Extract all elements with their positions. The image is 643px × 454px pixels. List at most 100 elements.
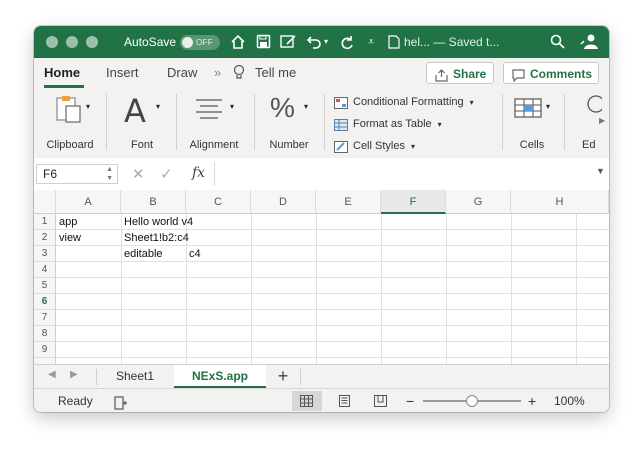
tab-insert[interactable]: Insert bbox=[106, 58, 139, 88]
row-header[interactable]: 5 bbox=[34, 278, 56, 294]
page-break-view-button[interactable] bbox=[366, 391, 396, 411]
cells-icon bbox=[514, 96, 542, 123]
expand-formula-icon[interactable]: ▼ bbox=[596, 166, 605, 176]
row-header[interactable]: 1 bbox=[34, 214, 56, 230]
grid-line bbox=[56, 325, 609, 326]
column-header-a[interactable]: A bbox=[56, 190, 121, 214]
ribbon-divider bbox=[254, 94, 255, 150]
normal-view-button[interactable] bbox=[292, 391, 322, 411]
undo-dropdown-icon[interactable]: ▾ bbox=[324, 26, 328, 58]
ribbon-divider bbox=[106, 94, 107, 150]
toggle-knob bbox=[182, 37, 193, 48]
redo-icon[interactable] bbox=[340, 34, 356, 50]
minimize-window-button[interactable] bbox=[66, 36, 78, 48]
cells-group[interactable]: ▾ Cells bbox=[508, 88, 556, 158]
insert-function-icon[interactable]: fx bbox=[192, 165, 205, 181]
scroll-left-icon[interactable]: ◀ bbox=[48, 369, 56, 380]
alignment-dropdown-icon[interactable]: ▾ bbox=[230, 102, 234, 111]
conditional-formatting-button[interactable]: Conditional Formatting ▾ bbox=[334, 92, 474, 112]
row-header[interactable]: 9 bbox=[34, 342, 56, 358]
excel-window: AutoSave OFF ▾ ⩡ hel... — Saved t... Hom… bbox=[34, 26, 609, 412]
ribbon-scroll-right-icon[interactable]: ▶ bbox=[599, 116, 605, 125]
undo-icon[interactable] bbox=[306, 34, 322, 50]
alignment-group[interactable]: ▾ Alignment bbox=[182, 88, 246, 158]
name-box-stepper-icon[interactable]: ▲ ▼ bbox=[106, 165, 113, 183]
zoom-window-button[interactable] bbox=[86, 36, 98, 48]
home-icon[interactable] bbox=[230, 34, 246, 50]
ribbon-home: ▾ Clipboard A ▾ Font ▾ Alignment % ▾ Num… bbox=[34, 88, 609, 159]
number-dropdown-icon[interactable]: ▾ bbox=[304, 102, 308, 111]
more-tabs-chevron-icon[interactable]: » bbox=[214, 58, 221, 88]
column-header-c[interactable]: C bbox=[186, 190, 251, 214]
row-header[interactable]: 8 bbox=[34, 326, 56, 342]
worksheet-grid[interactable]: A B C D E F G H 1 2 3 4 5 6 7 8 9 app He… bbox=[34, 190, 609, 370]
comment-icon bbox=[512, 67, 525, 89]
sheet-tab-sheet1[interactable]: Sheet1 bbox=[98, 365, 172, 388]
formula-bar: F6 ▲ ▼ ✕ ✓ fx ▼ bbox=[34, 158, 609, 191]
edit-icon[interactable] bbox=[280, 34, 297, 50]
save-icon[interactable] bbox=[256, 34, 271, 50]
row-header[interactable]: 3 bbox=[34, 246, 56, 262]
close-window-button[interactable] bbox=[46, 36, 58, 48]
autosave-toggle[interactable]: OFF bbox=[180, 35, 220, 50]
cell-b1[interactable]: Hello world v4 bbox=[121, 214, 193, 230]
chevron-down-icon: ▾ bbox=[469, 98, 474, 107]
scroll-right-icon[interactable]: ▶ bbox=[70, 369, 78, 380]
cells-dropdown-icon[interactable]: ▾ bbox=[546, 102, 550, 111]
cell-a1[interactable]: app bbox=[56, 214, 77, 230]
search-icon[interactable] bbox=[550, 34, 565, 50]
column-header-h[interactable]: H bbox=[511, 190, 609, 214]
font-dropdown-icon[interactable]: ▾ bbox=[156, 102, 160, 111]
clipboard-dropdown-icon[interactable]: ▾ bbox=[86, 102, 90, 111]
zoom-out-button[interactable]: − bbox=[406, 389, 414, 412]
comments-button[interactable]: Comments bbox=[503, 62, 599, 84]
zoom-slider-thumb[interactable] bbox=[466, 395, 478, 407]
cell-c3[interactable]: c4 bbox=[186, 246, 201, 262]
account-icon[interactable] bbox=[580, 32, 600, 52]
cell-a2[interactable]: view bbox=[56, 230, 81, 246]
tab-divider bbox=[300, 369, 301, 385]
tell-me-search[interactable]: Tell me bbox=[255, 58, 296, 88]
confirm-icon[interactable]: ✓ bbox=[160, 165, 173, 183]
page-break-icon bbox=[374, 395, 387, 407]
cell-b3[interactable]: editable bbox=[121, 246, 163, 262]
cell-styles-label: Cell Styles bbox=[353, 140, 405, 152]
number-group[interactable]: % ▾ Number bbox=[260, 88, 318, 158]
zoom-level[interactable]: 100% bbox=[554, 389, 585, 412]
row-header[interactable]: 2 bbox=[34, 230, 56, 246]
clipboard-group[interactable]: ▾ Clipboard bbox=[42, 88, 98, 158]
cell-styles-button[interactable]: Cell Styles ▾ bbox=[334, 136, 415, 156]
editing-group[interactable]: Ed bbox=[572, 88, 602, 158]
grid-line bbox=[56, 277, 609, 278]
share-button[interactable]: Share bbox=[426, 62, 494, 84]
name-box[interactable]: F6 ▲ ▼ bbox=[36, 164, 118, 184]
cell-b2[interactable]: Sheet1!b2:c4 bbox=[121, 230, 189, 246]
sheet-tabs-bar: ◀ ▶ Sheet1 NExS.app + bbox=[34, 364, 609, 389]
tab-draw[interactable]: Draw bbox=[167, 58, 197, 88]
sheet-tab-nexs-app[interactable]: NExS.app bbox=[174, 365, 266, 388]
add-sheet-button[interactable]: + bbox=[272, 365, 294, 388]
cancel-icon[interactable]: ✕ bbox=[132, 165, 145, 183]
tab-home[interactable]: Home bbox=[44, 58, 80, 88]
column-header-e[interactable]: E bbox=[316, 190, 381, 214]
chevron-down-icon: ▾ bbox=[410, 142, 415, 151]
column-header-g[interactable]: G bbox=[446, 190, 511, 214]
lightbulb-icon bbox=[233, 64, 245, 82]
ribbon-divider bbox=[502, 94, 503, 150]
row-header[interactable]: 4 bbox=[34, 262, 56, 278]
clipboard-icon bbox=[54, 94, 84, 127]
font-group[interactable]: A ▾ Font bbox=[114, 88, 170, 158]
row-header[interactable]: 7 bbox=[34, 310, 56, 326]
select-all-corner[interactable] bbox=[34, 190, 56, 214]
share-icon bbox=[435, 67, 448, 89]
format-as-table-button[interactable]: Format as Table ▾ bbox=[334, 114, 442, 134]
customize-toolbar-icon[interactable]: ⩡ bbox=[368, 26, 374, 58]
column-header-b[interactable]: B bbox=[121, 190, 186, 214]
column-header-d[interactable]: D bbox=[251, 190, 316, 214]
zoom-in-button[interactable]: + bbox=[528, 389, 536, 412]
column-header-f[interactable]: F bbox=[381, 190, 446, 214]
page-layout-view-button[interactable] bbox=[330, 391, 360, 411]
grid-line bbox=[56, 293, 609, 294]
accessibility-icon[interactable] bbox=[114, 394, 128, 410]
row-header-selected[interactable]: 6 bbox=[34, 294, 56, 310]
